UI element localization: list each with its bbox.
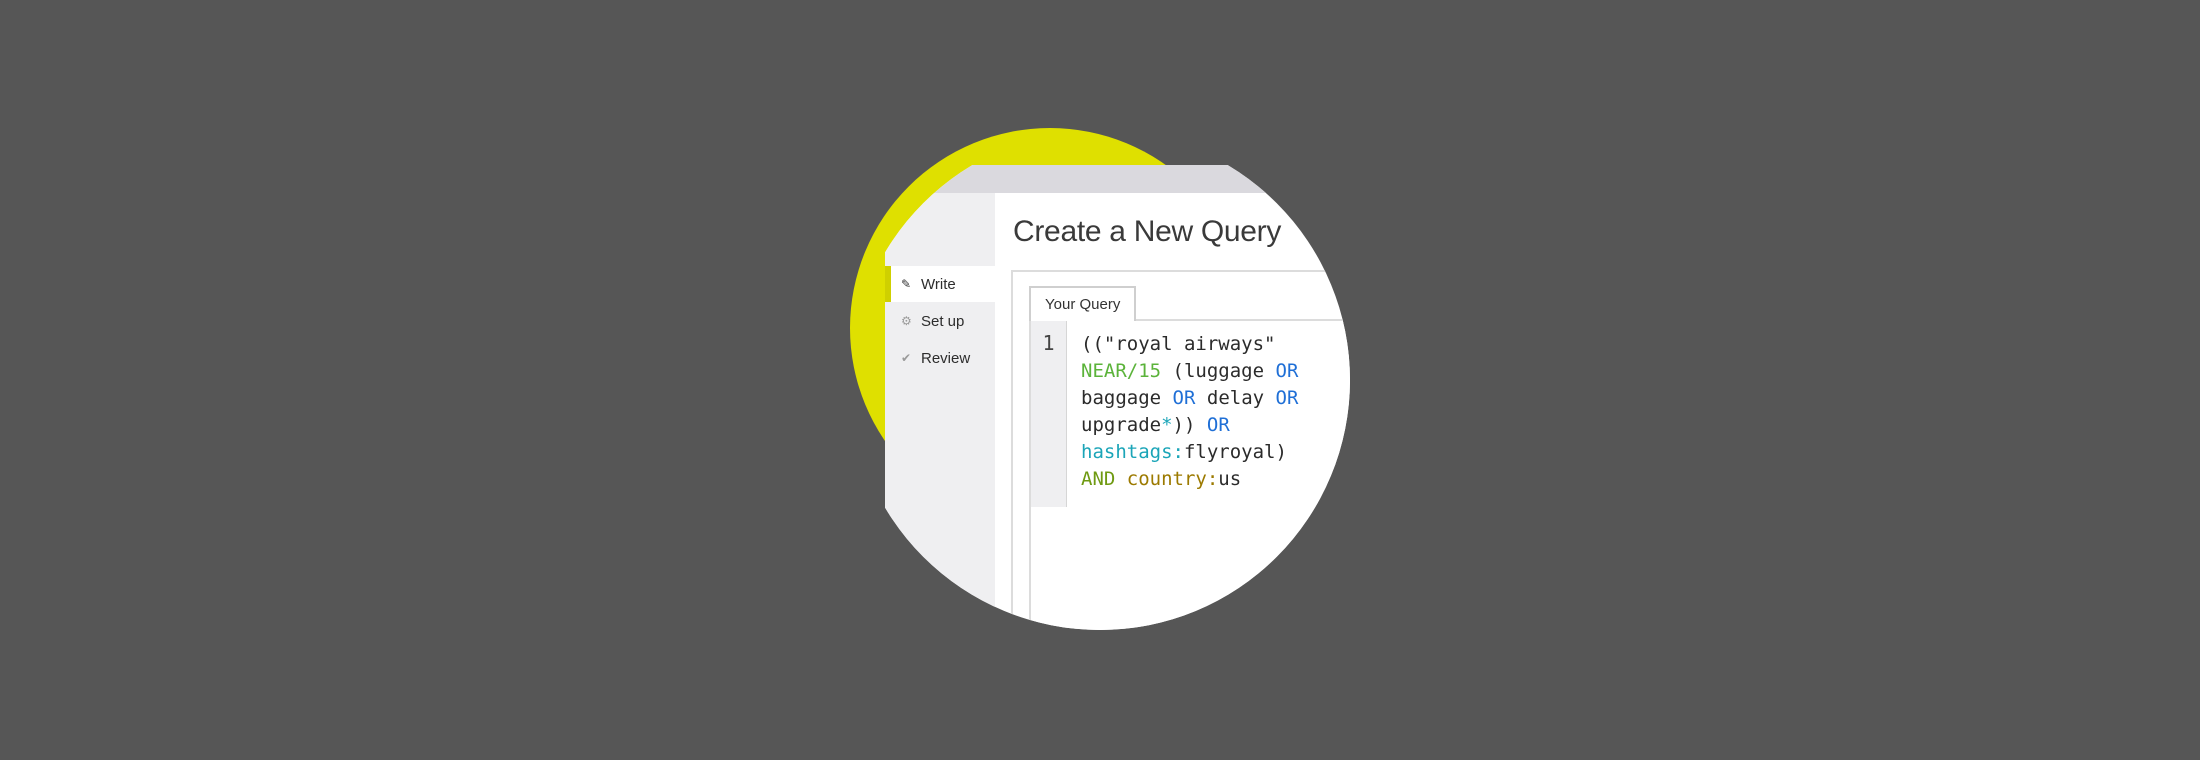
close-window-button[interactable] xyxy=(896,173,908,185)
code-token: (("royal airways" xyxy=(1081,333,1276,355)
code-token: NEAR/15 xyxy=(1081,360,1162,382)
code-token: )) xyxy=(1172,414,1196,436)
code-token: flyroyal) xyxy=(1183,441,1287,463)
code-token: AND xyxy=(1081,468,1116,490)
line-number-gutter: 1 xyxy=(1031,321,1067,507)
sidebar-item-review[interactable]: ✔ Review xyxy=(885,340,995,376)
query-editor[interactable]: 1 (("royal airways" NEAR/15 (luggage OR … xyxy=(1029,319,1350,630)
pencil-icon: ✎ xyxy=(901,277,912,291)
code-token: * xyxy=(1161,414,1173,436)
sidebar-item-setup[interactable]: ⚙ Set up xyxy=(885,303,995,339)
page-title: Create a New Query xyxy=(1013,215,1282,248)
check-icon: ✔ xyxy=(901,351,912,365)
tab-your-query[interactable]: Your Query xyxy=(1029,286,1137,321)
code-token: OR xyxy=(1206,414,1230,436)
query-code[interactable]: (("royal airways" NEAR/15 (luggage OR ba… xyxy=(1081,331,1298,493)
magnifier-lens: ✎ Write ⚙ Set up ✔ Review Create a New Q… xyxy=(850,130,1350,630)
code-token: country: xyxy=(1126,468,1219,490)
code-token: delay xyxy=(1206,387,1265,409)
sidebar-item-label: Set up xyxy=(921,312,965,330)
minimize-window-button[interactable] xyxy=(915,173,927,185)
sidebar-item-label: Review xyxy=(921,349,971,367)
code-token: us xyxy=(1218,468,1242,490)
code-token: OR xyxy=(1275,387,1299,409)
code-token: upgrade xyxy=(1081,414,1162,436)
line-number: 1 xyxy=(1042,331,1055,355)
query-panel: Your Query 1 (("royal airways" NEAR/15 (… xyxy=(1011,270,1350,630)
code-token: (luggage xyxy=(1172,360,1265,382)
sidebar-item-write[interactable]: ✎ Write xyxy=(885,266,995,302)
code-token: hashtags: xyxy=(1081,441,1184,463)
code-token: OR xyxy=(1172,387,1196,409)
sidebar-item-label: Write xyxy=(921,275,956,293)
maximize-window-button[interactable] xyxy=(933,173,945,185)
code-token: baggage xyxy=(1081,387,1162,409)
code-token: OR xyxy=(1275,360,1299,382)
gear-icon: ⚙ xyxy=(901,314,912,328)
app-window: ✎ Write ⚙ Set up ✔ Review Create a New Q… xyxy=(885,165,1350,630)
sidebar: ✎ Write ⚙ Set up ✔ Review xyxy=(885,193,995,630)
window-titlebar xyxy=(885,165,1350,193)
